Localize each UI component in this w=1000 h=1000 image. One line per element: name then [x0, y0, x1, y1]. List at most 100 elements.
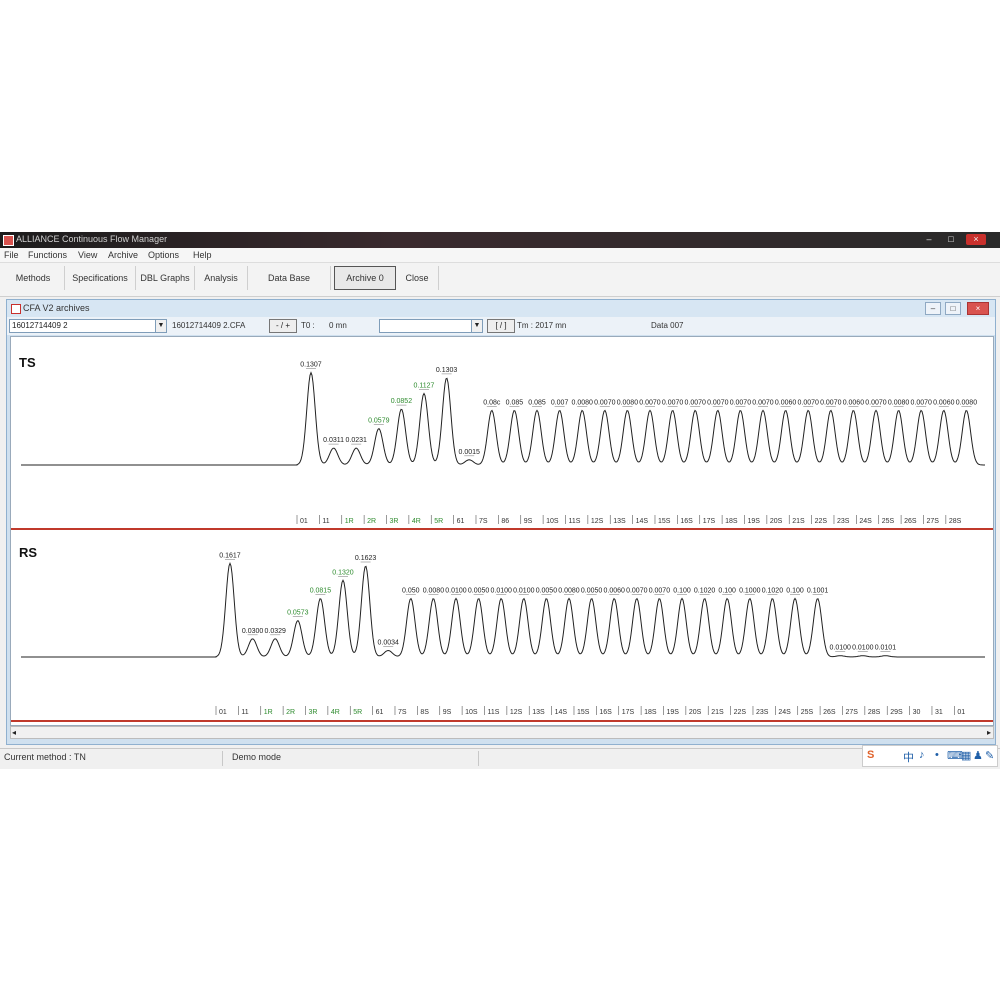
peak-label: 0.0101 — [875, 645, 897, 652]
peak-label: 0.0100 — [490, 588, 512, 595]
chromatogram-svg: TS 0.1307 0.0311 0.0231 0.0579 0.0852 0.1127 0.… — [11, 355, 993, 722]
scroll-left-icon[interactable]: ◂ — [12, 727, 16, 738]
menu-archive[interactable]: Archive — [108, 250, 138, 260]
dbl-graphs-button[interactable]: DBL Graphs — [136, 266, 195, 290]
peak-label: 0.0329 — [264, 628, 286, 635]
axis-tick-label: 25S — [801, 709, 814, 716]
axis-tick-label: 9S — [524, 518, 533, 525]
axis-tick-label: 28S — [949, 518, 962, 525]
t0-value: 0 mn — [329, 321, 347, 330]
data-label: Data 007 — [651, 321, 684, 330]
peak-label: 0.085 — [528, 399, 546, 406]
archive-select[interactable]: 16012714409 2 ▼ — [9, 319, 167, 333]
user-icon[interactable]: ♟ — [973, 749, 983, 762]
menu-bar: File Functions View Archive Options Help — [0, 248, 1000, 263]
axis-tick-label: 2R — [367, 518, 376, 525]
data-base-button[interactable]: Data Base — [248, 266, 331, 290]
axis-tick-label: 28S — [868, 709, 881, 716]
axis-tick-label: 21S — [792, 518, 805, 525]
second-select[interactable]: ▼ — [379, 319, 483, 333]
axis-tick-label: 18S — [725, 518, 738, 525]
peak-label: 0.0060 — [603, 588, 625, 595]
axis-tick-label: 17S — [703, 518, 716, 525]
sub-minimize-button[interactable]: – — [925, 302, 941, 315]
axis-tick-label: 7S — [398, 709, 407, 716]
grid-icon[interactable]: ▦ — [961, 749, 971, 762]
maximize-button[interactable]: □ — [944, 234, 958, 245]
close-button[interactable]: × — [966, 234, 986, 245]
specifications-button[interactable]: Specifications — [65, 266, 136, 290]
sub-close-button[interactable]: × — [967, 302, 989, 315]
axis-tick-label: 27S — [926, 518, 939, 525]
ime-music-icon[interactable]: ♪ — [919, 749, 925, 761]
menu-functions[interactable]: Functions — [28, 250, 67, 260]
axis-tick-label: 1R — [345, 518, 354, 525]
subwindow-title-bar: CFA V2 archives – □ × — [7, 300, 995, 317]
mode-status: Demo mode — [232, 752, 282, 762]
peak-label: 0.007 — [551, 399, 569, 406]
analysis-button[interactable]: Analysis — [195, 266, 248, 290]
axis-tick-label: 16S — [680, 518, 693, 525]
peak-label: 0.0080 — [423, 588, 445, 595]
window-title: ALLIANCE Continuous Flow Manager — [16, 234, 168, 244]
peak-label: 0.0060 — [775, 399, 797, 406]
signal-trace — [21, 562, 985, 658]
menu-help[interactable]: Help — [193, 250, 212, 260]
peak-label: 0.1127 — [414, 383, 435, 390]
menu-view[interactable]: View — [78, 250, 97, 260]
peak-label: 0.0300 — [242, 628, 264, 635]
axis-tick-label: 15S — [658, 518, 671, 525]
peak-label: 0.0100 — [513, 588, 535, 595]
axis-tick-label: 15S — [577, 709, 590, 716]
peak-label: 0.100 — [786, 588, 804, 595]
fit-button[interactable]: [ / ] — [487, 319, 515, 333]
peak-label: 0.1307 — [300, 362, 322, 369]
horizontal-scrollbar[interactable]: ◂ ▸ — [10, 726, 994, 739]
chevron-down-icon[interactable]: ▼ — [471, 320, 482, 332]
peak-label: 0.0050 — [581, 588, 603, 595]
axis-tick-label: 18S — [644, 709, 657, 716]
peak-label: 0.0070 — [594, 399, 616, 406]
methods-button[interactable]: Methods — [2, 266, 65, 290]
close-tool-button[interactable]: Close — [396, 266, 439, 290]
status-bar: Current method : TN Demo mode — [0, 748, 1000, 769]
axis-tick-label: 25S — [882, 518, 895, 525]
ime-dot-icon[interactable]: • — [935, 749, 939, 761]
axis-tick-label: 01 — [957, 709, 965, 716]
axis-tick-label: 11 — [241, 709, 248, 716]
peak-label: 0.0080 — [888, 399, 910, 406]
peak-label: 0.0100 — [829, 645, 851, 652]
archive-button[interactable]: Archive 0 — [334, 266, 396, 290]
channel-panel-rs: RS 0.16170.0300 0.03290.05730.08150.13200.… — [11, 545, 993, 722]
ime-chinese-icon[interactable]: 中 — [903, 749, 914, 765]
minimize-button[interactable]: – — [922, 234, 936, 245]
peak-label: 0.0070 — [752, 399, 774, 406]
axis-tick-label: 20S — [770, 518, 783, 525]
peak-label: 0.0579 — [368, 418, 390, 425]
peak-label: 0.0070 — [820, 399, 842, 406]
scroll-right-icon[interactable]: ▸ — [987, 727, 991, 738]
chevron-down-icon[interactable]: ▼ — [155, 320, 166, 332]
peak-label: 0.0070 — [684, 399, 706, 406]
axis-tick-label: 31 — [935, 709, 943, 716]
toolbar: Methods Specifications DBL Graphs Analys… — [0, 263, 1000, 297]
nav-button[interactable]: - / + — [269, 319, 297, 333]
peak-label: 0.0815 — [310, 588, 332, 595]
axis-tick-label: 10S — [465, 709, 478, 716]
ime-toolbar: S 中 ♪ • ⌨ ▦ ♟ ✎ — [862, 745, 998, 767]
axis-tick-label: 5R — [434, 518, 443, 525]
axis-tick-label: 61 — [376, 709, 384, 716]
axis-tick-label: 8S — [420, 709, 429, 716]
peak-label: 0.0050 — [536, 588, 558, 595]
menu-file[interactable]: File — [4, 250, 19, 260]
axis-tick-label: 1R — [264, 709, 273, 716]
peak-label: 0.1320 — [332, 569, 354, 576]
settings-icon[interactable]: ✎ — [985, 749, 994, 762]
ime-logo-icon[interactable]: S — [867, 749, 874, 761]
subwindow-title: CFA V2 archives — [23, 303, 90, 313]
sub-maximize-button[interactable]: □ — [945, 302, 961, 315]
file-label: 16012714409 2.CFA — [172, 321, 246, 330]
axis-tick-label: 22S — [734, 709, 747, 716]
menu-options[interactable]: Options — [148, 250, 179, 260]
axis-tick-label: 23S — [756, 709, 769, 716]
